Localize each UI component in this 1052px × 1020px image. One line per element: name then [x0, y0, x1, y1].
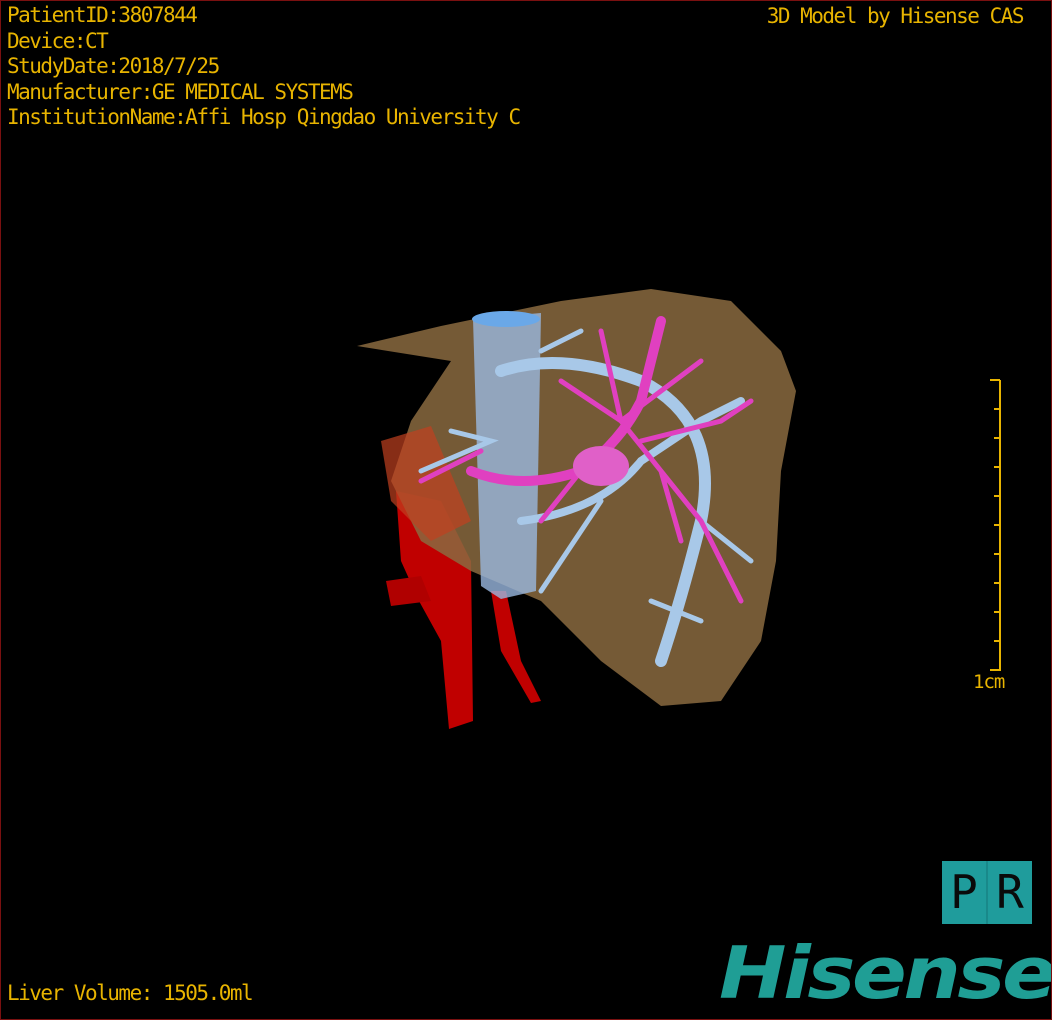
study-info: PatientID:3807844 Device:CT StudyDate:20… [7, 3, 521, 131]
study-date: StudyDate:2018/7/25 [7, 54, 220, 78]
model-credit: 3D Model by Hisense CAS [766, 4, 1025, 28]
liver-3d-model[interactable] [1, 1, 1051, 1019]
hisense-logo: Hisense [719, 931, 1052, 1015]
3d-viewport[interactable]: PatientID:3807844 Device:CT StudyDate:20… [0, 0, 1052, 1020]
liver [357, 289, 796, 706]
manufacturer: Manufacturer:GE MEDICAL SYSTEMS [7, 79, 354, 104]
orientation-r: R [986, 861, 1032, 924]
scale-label: 1cm [973, 671, 1005, 693]
device: Device:CT [7, 28, 109, 53]
orientation-cube[interactable]: P R [942, 861, 1032, 924]
institution-name: InstitutionName:Affi Hosp Qingdao Univer… [7, 105, 521, 129]
scale-bar [990, 379, 1001, 671]
inferior-vena-cava [472, 311, 541, 599]
orientation-p: P [950, 865, 978, 919]
liver-volume: Liver Volume: 1505.0ml [7, 981, 254, 1005]
patient-id: PatientID:3807844 [7, 3, 198, 27]
